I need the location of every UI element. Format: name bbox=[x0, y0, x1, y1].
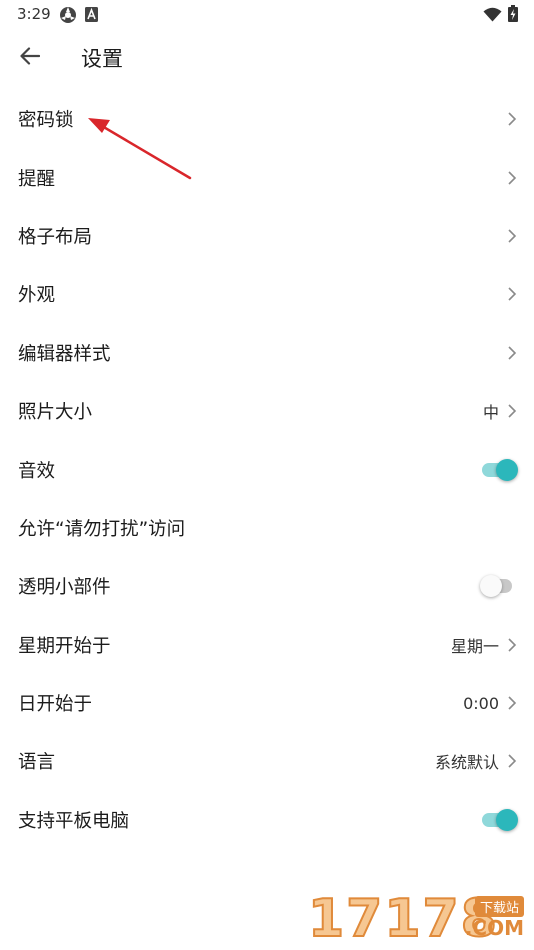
setting-label: 透明小部件 bbox=[18, 577, 111, 599]
chevron-right-icon bbox=[507, 403, 517, 419]
chevron-right-icon bbox=[507, 637, 517, 653]
setting-value: 星期一 bbox=[450, 636, 499, 656]
setting-reminder[interactable]: 提醒 bbox=[0, 148, 534, 206]
settings-list: 密码锁 提醒 格子布局 外观 编辑器样式 照片大小 中 音效 允许“请勿打扰”访… bbox=[0, 90, 534, 849]
watermark-logo: 17178 下载站 .COM bbox=[304, 888, 534, 950]
arrow-left-icon bbox=[20, 47, 41, 69]
back-button[interactable] bbox=[14, 44, 46, 72]
app-bar: 设置 bbox=[0, 30, 534, 86]
setting-grid-layout[interactable]: 格子布局 bbox=[0, 207, 534, 265]
chevron-right-icon bbox=[507, 170, 517, 186]
setting-label: 密码锁 bbox=[18, 110, 74, 132]
setting-dnd-access[interactable]: 允许“请勿打扰”访问 bbox=[0, 499, 534, 557]
chevron-right-icon bbox=[507, 228, 517, 244]
setting-photo-size[interactable]: 照片大小 中 bbox=[0, 382, 534, 440]
setting-label: 格子布局 bbox=[18, 226, 93, 248]
transparent-widget-toggle[interactable] bbox=[480, 574, 518, 598]
chevron-right-icon bbox=[507, 345, 517, 361]
setting-label: 语言 bbox=[18, 752, 56, 774]
watermark-domain: .COM bbox=[464, 916, 524, 940]
setting-transparent-widget[interactable]: 透明小部件 bbox=[0, 557, 534, 615]
setting-label: 音效 bbox=[18, 460, 56, 482]
setting-label: 照片大小 bbox=[18, 402, 93, 424]
tablet-support-toggle[interactable] bbox=[480, 808, 518, 832]
chevron-right-icon bbox=[507, 286, 517, 302]
chevron-right-icon bbox=[507, 695, 517, 711]
sound-effects-toggle[interactable] bbox=[480, 458, 518, 482]
battery-charging-icon bbox=[508, 5, 518, 26]
setting-label: 编辑器样式 bbox=[18, 343, 111, 365]
setting-value: 中 bbox=[482, 403, 499, 423]
setting-sound-effects[interactable]: 音效 bbox=[0, 440, 534, 498]
page-title: 设置 bbox=[81, 47, 123, 71]
status-time: 3:29 bbox=[17, 5, 51, 23]
setting-label: 星期开始于 bbox=[18, 635, 111, 657]
setting-value: 系统默认 bbox=[434, 753, 499, 773]
setting-label: 日开始于 bbox=[18, 694, 93, 716]
a-badge-icon bbox=[85, 7, 98, 26]
setting-value: 0:00 bbox=[463, 693, 499, 713]
setting-week-start[interactable]: 星期开始于 星期一 bbox=[0, 616, 534, 674]
setting-label: 提醒 bbox=[18, 168, 56, 190]
setting-label: 支持平板电脑 bbox=[18, 810, 130, 832]
chevron-right-icon bbox=[507, 753, 517, 769]
watermark-badge: 下载站 bbox=[474, 896, 524, 917]
setting-day-start[interactable]: 日开始于 0:00 bbox=[0, 674, 534, 732]
setting-passcode-lock[interactable]: 密码锁 bbox=[0, 90, 534, 148]
setting-language[interactable]: 语言 系统默认 bbox=[0, 732, 534, 790]
setting-editor-style[interactable]: 编辑器样式 bbox=[0, 324, 534, 382]
setting-label: 允许“请勿打扰”访问 bbox=[18, 518, 186, 540]
settings-sync-icon bbox=[59, 6, 77, 28]
setting-tablet-support[interactable]: 支持平板电脑 bbox=[0, 791, 534, 849]
setting-label: 外观 bbox=[18, 285, 56, 307]
setting-appearance[interactable]: 外观 bbox=[0, 265, 534, 323]
wifi-icon bbox=[483, 7, 502, 26]
status-bar: 3:29 bbox=[0, 0, 534, 30]
chevron-right-icon bbox=[507, 111, 517, 127]
